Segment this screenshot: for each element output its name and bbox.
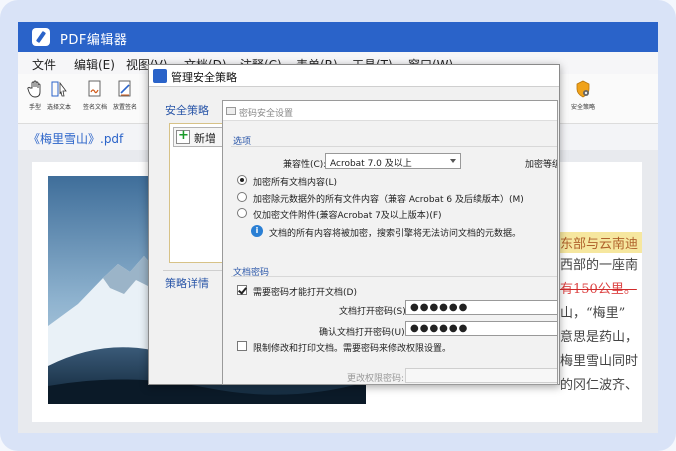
menu-edit[interactable]: 编辑(E) [74,56,115,73]
sign-document-icon [88,80,101,97]
encrypt-attachments-radio[interactable] [237,208,247,218]
change-permissions-password-label: 更改权限密码: [347,374,405,384]
dialog-title-bar: 密码安全设置 [223,101,557,121]
shield-gear-icon [576,80,590,98]
doc-text-line: 意思是药山， [560,330,639,345]
hand-tool-label: 手型 [28,104,41,111]
text-cursor-icon [51,81,67,97]
info-icon: i [251,225,263,237]
select-text-button[interactable]: 选择文本 [44,80,74,111]
add-policy-label: 新增 [194,132,216,145]
security-policy-section-label: 安全策略 [165,104,209,117]
app-logo-icon [32,28,50,46]
security-policy-button[interactable]: 安全策略 [566,80,600,111]
compatibility-label: 兼容性(C): [283,160,327,170]
compatibility-value: Acrobat 7.0 及以上 [330,159,412,169]
hand-icon [27,80,41,98]
window-icon [226,107,236,115]
file-tab[interactable]: 《梅里雪山》.pdf [28,130,123,147]
confirm-password-input[interactable]: ●●●●●● [405,321,557,336]
divider [231,146,557,147]
app-frame: PDF编辑器 文件 编辑(E) 视图(V) 文档(D) 注释(C) 表单(R) … [0,0,676,451]
open-password-label: 文档打开密码(S): [339,307,409,317]
dialog-title: 密码安全设置 [239,109,294,119]
divider [231,276,557,277]
select-text-label: 选择文本 [46,104,71,111]
add-icon [176,128,190,144]
encrypt-except-metadata-label[interactable]: 加密除元数据外的所有文件内容（兼容 Acrobat 6 及后续版本）(M) [253,192,524,205]
doc-text-line-strikethrough: 有150公里。 [560,282,637,297]
encrypt-all-radio[interactable] [237,175,247,185]
require-open-password-checkbox[interactable] [237,285,247,295]
security-policy-label: 安全策略 [570,104,595,111]
doc-text-line: 梅里雪山同时 [560,354,639,369]
open-password-input[interactable]: ●●●●●● [405,300,557,315]
policy-details-label: 策略详情 [165,277,209,290]
change-permissions-password-input[interactable] [405,368,557,383]
compatibility-select[interactable]: Acrobat 7.0 及以上 [325,153,461,169]
restrict-editing-checkbox[interactable] [237,341,247,351]
encrypt-all-label[interactable]: 加密所有文档内容(L) [253,175,337,188]
info-text: 文档的所有内容将被加密，搜索引擎将无法访问文档的元数据。 [269,229,522,239]
require-open-password-label[interactable]: 需要密码才能打开文档(D) [253,285,357,298]
sign-document-label: 签名文档 [82,104,107,111]
doc-text-line: 东部与云南迪 [556,232,643,253]
encrypt-attachments-label[interactable]: 仅加密文件附件(兼容Acrobat 7及以上版本)(F) [253,208,442,221]
app-title: PDF编辑器 [60,33,128,48]
encrypt-except-metadata-radio[interactable] [237,192,247,202]
title-bar: PDF编辑器 [18,22,658,52]
dialog-title: 管理安全策略 [171,71,237,84]
app-small-icon [153,69,167,83]
divider [163,270,223,271]
place-signature-icon [118,80,131,97]
doc-text-line: 西部的一座南 [560,258,639,273]
menu-file[interactable]: 文件 [32,56,56,73]
place-signature-label: 放置签名 [112,104,137,111]
sign-document-button[interactable]: 签名文档 [80,80,110,111]
doc-text-line: 的冈仁波齐、 [560,378,639,393]
doc-text-line: 山，“梅里” [560,306,626,321]
encryption-level-label: 加密等级 [525,160,558,170]
restrict-editing-label[interactable]: 限制修改和打印文档。需要密码来修改权限设置。 [253,341,451,354]
confirm-password-label: 确认文档打开密码(U): [319,328,408,338]
dialog-title-bar: 管理安全策略 [149,65,559,87]
password-security-dialog: 密码安全设置 选项 兼容性(C): Acrobat 7.0 及以上 加密等级 加… [222,100,558,385]
place-signature-button[interactable]: 放置签名 [110,80,140,111]
add-policy-button[interactable]: 新增 [173,127,223,147]
